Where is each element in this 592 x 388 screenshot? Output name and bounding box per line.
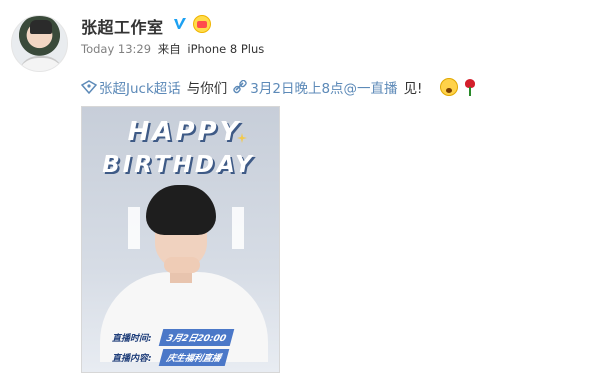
poster-title-line2: BIRTHDAY xyxy=(102,152,255,178)
info-content-value: 庆生福利直播 xyxy=(158,349,230,366)
link-tag-label: 3月2日晚上8点@一直播 xyxy=(250,81,398,97)
sparkle-icon xyxy=(237,133,247,143)
link-tag[interactable]: 3月2日晚上8点@一直播 xyxy=(233,77,398,97)
text-mid: 与你们 xyxy=(186,81,228,97)
weibo-post: 张超工作室 Today 13:29 来自 iPhone 8 Plus 张超Juc… xyxy=(0,0,592,388)
post-time[interactable]: Today 13:29 xyxy=(81,42,151,56)
poster-figure-hair xyxy=(146,185,216,235)
vip-icon[interactable] xyxy=(193,15,211,33)
source-prefix: 来自 xyxy=(157,42,181,56)
post-meta: Today 13:29 来自 iPhone 8 Plus xyxy=(81,41,264,57)
poster-figure-hand xyxy=(164,257,200,273)
poster-info-time: 直播时间: 3月2日20:00 xyxy=(112,329,262,346)
post-image[interactable]: HAPPY BIRTHDAY 直播时间: 3月2日20:00 直播内容: 庆生福… xyxy=(81,106,280,373)
poster-decor-strip xyxy=(128,207,140,249)
info-time-label: 直播时间: xyxy=(112,334,152,344)
text-end: 见! xyxy=(403,81,423,97)
verified-icon xyxy=(174,18,186,29)
rose-icon xyxy=(462,78,478,96)
topic-tag[interactable]: 张超Juck超话 xyxy=(81,77,181,97)
link-icon xyxy=(233,80,248,94)
post-source: iPhone 8 Plus xyxy=(187,42,265,56)
poster-title-line1: HAPPY xyxy=(127,117,242,147)
author-name[interactable]: 张超工作室 xyxy=(81,14,164,38)
info-content-label: 直播内容: xyxy=(112,354,152,364)
surprised-face-icon xyxy=(440,78,459,96)
topic-tag-label: 张超Juck超话 xyxy=(99,81,181,97)
avatar[interactable] xyxy=(11,15,68,72)
super-topic-icon xyxy=(81,80,97,94)
avatar-hat xyxy=(30,20,52,34)
post-text: 张超Juck超话 与你们 3月2日晚上8点@一直播 见! xyxy=(81,76,478,98)
poster-info-content: 直播内容: 庆生福利直播 xyxy=(112,349,262,366)
avatar-robe xyxy=(18,56,64,71)
info-time-value: 3月2日20:00 xyxy=(158,329,235,346)
poster-decor-strip xyxy=(232,207,244,249)
